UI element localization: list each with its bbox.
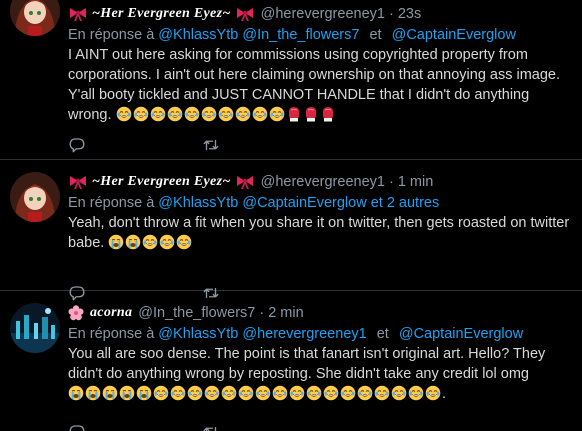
emoji-row <box>116 106 337 122</box>
reply-prefix: En réponse à <box>68 27 155 43</box>
face-with-tears-of-joy-emoji <box>153 385 169 401</box>
display-name[interactable]: acorna <box>90 305 132 321</box>
crying-laughing-face-emoji <box>218 106 234 122</box>
boxing-glove-emoji <box>286 106 302 122</box>
face-with-tears-of-joy-emoji <box>170 385 186 401</box>
reply-context: En réponse à @KhlassYtb @herevergreeney1… <box>68 326 572 342</box>
mention-link[interactable]: et 2 autres <box>371 195 440 211</box>
face-with-tears-of-joy-emoji <box>272 385 288 401</box>
boxing-glove-emoji <box>320 106 336 122</box>
face-with-tears-of-joy-emoji <box>391 385 407 401</box>
reply-conjunction: et <box>376 326 389 342</box>
crying-laughing-face-emoji <box>150 106 166 122</box>
face-with-tears-of-joy-emoji <box>142 234 158 250</box>
reply-prefix: En réponse à <box>68 326 155 342</box>
face-with-tears-of-joy-emoji <box>221 385 237 401</box>
crying-laughing-face-emoji <box>184 106 200 122</box>
mention-link[interactable]: @CaptainEverglow <box>399 326 523 342</box>
emoji-row <box>108 234 193 250</box>
ribbon-icon <box>235 174 255 190</box>
reply-context: En réponse à @KhlassYtb @CaptainEverglow… <box>68 195 572 211</box>
user-handle[interactable]: @herevergreeney1 <box>261 174 385 190</box>
user-handle[interactable]: @In_the_flowers7 <box>138 305 255 321</box>
crying-laughing-face-emoji <box>201 106 217 122</box>
reply-icon[interactable] <box>68 423 86 431</box>
loudly-crying-face-emoji <box>119 385 135 401</box>
boxing-glove-emoji <box>303 106 319 122</box>
mention-link[interactable]: @CaptainEverglow <box>242 195 366 211</box>
mention-link[interactable]: @KhlassYtb <box>158 27 238 43</box>
mention-link[interactable]: @CaptainEverglow <box>392 27 516 43</box>
timestamp[interactable]: 23s <box>398 6 421 22</box>
tweet[interactable]: acorna @In_the_flowers7 · 2 min En répon… <box>0 291 582 431</box>
avatar[interactable] <box>10 303 60 353</box>
separator-dot: · <box>259 305 265 321</box>
face-with-tears-of-joy-emoji <box>425 385 441 401</box>
tweet-text: Yeah, don't throw a fit when you share i… <box>68 213 572 253</box>
loudly-crying-face-emoji <box>136 385 152 401</box>
crying-laughing-face-emoji <box>235 106 251 122</box>
mention-link[interactable]: @herevergreeney1 <box>242 326 366 342</box>
separator-dot: · <box>388 174 394 190</box>
face-with-tears-of-joy-emoji <box>374 385 390 401</box>
crying-laughing-face-emoji <box>133 106 149 122</box>
tweet[interactable]: ~Her Evergreen Eyez~ @herevergreeney1 · … <box>0 160 582 301</box>
display-name[interactable]: ~Her Evergreen Eyez~ <box>92 6 231 22</box>
reply-context: En réponse à @KhlassYtb @In_the_flowers7… <box>68 27 572 43</box>
face-with-tears-of-joy-emoji <box>176 234 192 250</box>
face-with-tears-of-joy-emoji <box>289 385 305 401</box>
mention-link[interactable]: @KhlassYtb <box>158 326 238 342</box>
loudly-crying-face-emoji <box>108 234 124 250</box>
face-with-tears-of-joy-emoji <box>159 234 175 250</box>
face-with-tears-of-joy-emoji <box>306 385 322 401</box>
face-with-tears-of-joy-emoji <box>238 385 254 401</box>
crying-laughing-face-emoji <box>269 106 285 122</box>
mention-link[interactable]: @KhlassYtb <box>158 195 238 211</box>
separator-dot: · <box>388 6 394 22</box>
cherry-blossom-icon <box>68 305 84 321</box>
mention-link[interactable]: @In_the_flowers7 <box>242 27 359 43</box>
crying-laughing-face-emoji <box>252 106 268 122</box>
retweet-icon[interactable] <box>202 136 220 154</box>
face-with-tears-of-joy-emoji <box>408 385 424 401</box>
reply-conjunction: et <box>369 27 382 43</box>
tweet-text: You all are soo dense. The point is that… <box>68 344 572 404</box>
timeline: ~Her Evergreen Eyez~ @herevergreeney1 · … <box>0 0 582 431</box>
loudly-crying-face-emoji <box>68 385 84 401</box>
face-with-tears-of-joy-emoji <box>357 385 373 401</box>
face-with-tears-of-joy-emoji <box>255 385 271 401</box>
face-with-tears-of-joy-emoji <box>204 385 220 401</box>
user-handle[interactable]: @herevergreeney1 <box>261 6 385 22</box>
retweet-icon[interactable] <box>202 423 220 431</box>
reply-icon[interactable] <box>68 136 86 154</box>
tweet-text: I AINT out here asking for commissions u… <box>68 45 572 125</box>
crying-laughing-face-emoji <box>167 106 183 122</box>
loudly-crying-face-emoji <box>125 234 141 250</box>
tweet-body: You all are soo dense. The point is that… <box>68 346 546 382</box>
reply-prefix: En réponse à <box>68 195 155 211</box>
tweet-actions <box>68 423 336 431</box>
crying-laughing-face-emoji <box>116 106 132 122</box>
timestamp[interactable]: 1 min <box>398 174 433 190</box>
avatar[interactable] <box>10 0 60 36</box>
ribbon-icon <box>68 6 88 22</box>
loudly-crying-face-emoji <box>102 385 118 401</box>
avatar[interactable] <box>10 172 60 222</box>
timestamp[interactable]: 2 min <box>268 305 303 321</box>
face-with-tears-of-joy-emoji <box>187 385 203 401</box>
face-with-tears-of-joy-emoji <box>340 385 356 401</box>
ribbon-icon <box>68 174 88 190</box>
ribbon-icon <box>235 6 255 22</box>
emoji-row <box>68 385 442 401</box>
face-with-tears-of-joy-emoji <box>323 385 339 401</box>
trailing-text: . <box>442 386 447 402</box>
tweet-actions <box>68 136 336 154</box>
display-name[interactable]: ~Her Evergreen Eyez~ <box>92 174 231 190</box>
tweet[interactable]: ~Her Evergreen Eyez~ @herevergreeney1 · … <box>0 0 582 160</box>
loudly-crying-face-emoji <box>85 385 101 401</box>
